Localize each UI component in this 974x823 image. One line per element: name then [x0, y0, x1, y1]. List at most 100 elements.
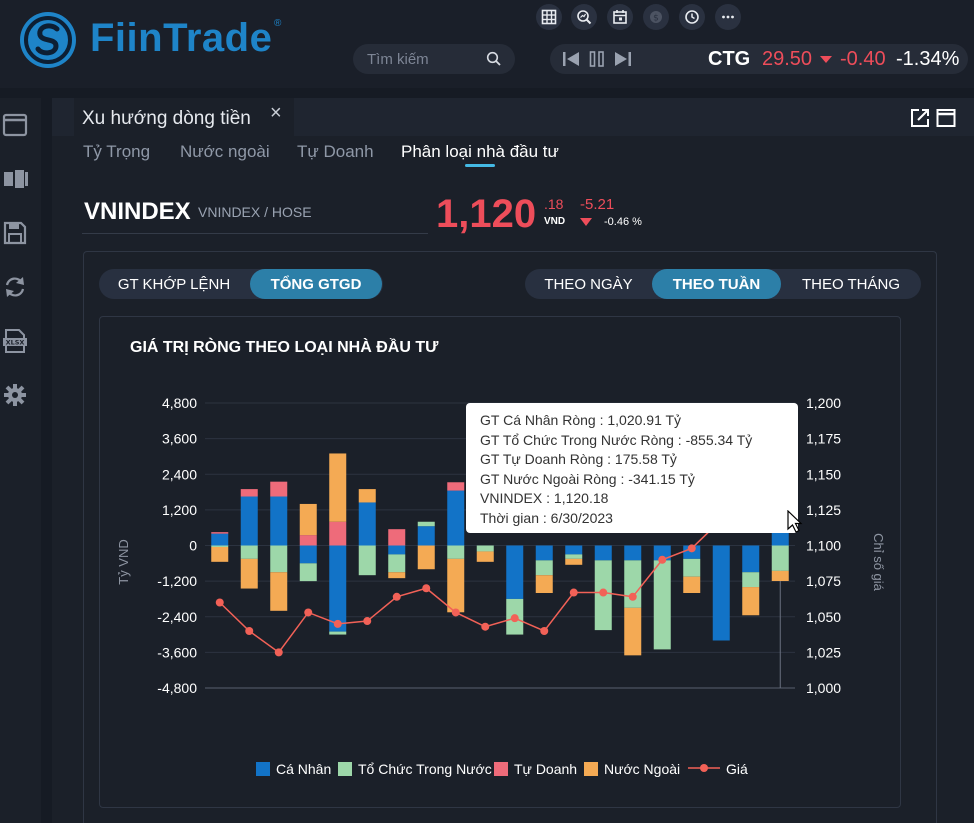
bar-segment — [270, 496, 288, 546]
bar-segment — [565, 558, 583, 565]
bar-segment — [742, 545, 760, 573]
bar-segment — [447, 558, 465, 613]
bar-segment — [771, 570, 789, 582]
legend-label: Tự Doanh — [514, 761, 577, 777]
bar-segment — [299, 503, 317, 536]
bar-segment — [447, 490, 465, 546]
y-tick-label: 1,200 — [162, 502, 197, 518]
bar-segment — [653, 560, 671, 650]
bar-segment — [388, 529, 406, 546]
bar-segment — [388, 545, 406, 555]
y2-tick-label: 1,075 — [806, 573, 841, 589]
bar-segment — [270, 481, 288, 497]
bar-segment — [299, 545, 317, 564]
price-point — [274, 648, 283, 657]
y2-tick-label: 1,050 — [806, 609, 841, 625]
bar-segment — [240, 545, 258, 559]
bar-segment — [240, 496, 258, 546]
bar-segment — [240, 489, 258, 497]
bar-segment — [447, 482, 465, 491]
y-tick-label: -2,400 — [157, 609, 197, 625]
bar-segment — [358, 489, 376, 503]
y2-tick-label: 1,150 — [806, 466, 841, 482]
bar-segment — [683, 558, 701, 577]
bar-segment — [211, 546, 229, 562]
bar-segment — [299, 535, 317, 546]
price-point — [510, 614, 519, 623]
bar-segment — [624, 607, 642, 656]
legend-label: Nước Ngoài — [604, 761, 680, 777]
bar-segment — [476, 545, 494, 552]
price-point — [658, 555, 667, 564]
legend-swatch — [256, 762, 270, 776]
bar-segment — [270, 545, 288, 573]
price-point — [687, 544, 696, 553]
legend-swatch — [338, 762, 352, 776]
legend-swatch — [494, 762, 508, 776]
bar-segment — [240, 558, 258, 589]
bar-segment — [299, 563, 317, 582]
bar-segment — [211, 545, 229, 547]
y-tick-label: -1,200 — [157, 573, 197, 589]
bar-segment — [388, 572, 406, 579]
bar-segment — [594, 545, 612, 561]
tooltip-line: GT Nước Ngoài Ròng : -341.15 Tỷ — [480, 470, 695, 487]
y-tick-label: 0 — [189, 538, 197, 554]
legend-swatch — [584, 762, 598, 776]
bar-segment — [329, 521, 347, 546]
price-point — [363, 617, 372, 626]
y-tick-label: 3,600 — [162, 431, 197, 447]
bar-segment — [771, 545, 789, 571]
mouse-cursor-icon — [787, 510, 803, 533]
bar-segment — [358, 502, 376, 546]
bar-segment — [683, 576, 701, 593]
chart-tooltip: GT Cá Nhân Ròng : 1,020.91 Tỷ GT Tổ Chức… — [466, 403, 798, 533]
y2-tick-label: 1,100 — [806, 538, 841, 554]
bar-segment — [712, 545, 730, 641]
bar-segment — [417, 545, 435, 570]
y-axis-label: Tỷ VND — [116, 539, 131, 585]
y2-tick-label: 1,000 — [806, 680, 841, 696]
bar-segment — [535, 560, 553, 576]
tooltip-line: VNINDEX : 1,120.18 — [480, 490, 609, 506]
price-point — [569, 588, 578, 597]
y2-tick-label: 1,175 — [806, 431, 841, 447]
bar-segment — [358, 545, 376, 576]
bar-segment — [417, 526, 435, 546]
legend-label: Giá — [726, 761, 748, 777]
y2-tick-label: 1,125 — [806, 502, 841, 518]
y-tick-label: -3,600 — [157, 644, 197, 660]
y2-axis-label: Chỉ số giá — [871, 533, 886, 592]
y-tick-label: -4,800 — [157, 680, 197, 696]
tooltip-line: GT Tổ Chức Trong Nước Ròng : -855.34 Tỷ — [480, 431, 753, 448]
tooltip-line: GT Tự Doanh Ròng : 175.58 Tỷ — [480, 451, 677, 467]
y-tick-label: 4,800 — [162, 395, 197, 411]
price-point — [451, 608, 460, 617]
legend-line-point — [700, 764, 708, 772]
price-point — [245, 627, 254, 635]
bar-segment — [329, 631, 347, 635]
price-point — [392, 592, 401, 601]
bar-segment — [535, 545, 553, 561]
legend-layer: Cá Nhân Tổ Chức Trong Nước Tự Doanh Nước Ng… — [256, 761, 748, 777]
bar-segment — [329, 453, 347, 522]
legend-label: Tổ Chức Trong Nước — [358, 761, 492, 777]
price-point — [599, 588, 608, 597]
bar-segment — [742, 572, 760, 588]
y-tick-label: 2,400 — [162, 466, 197, 482]
bar-segment — [506, 545, 524, 599]
bar-segment — [565, 554, 583, 559]
bar-segment — [535, 575, 553, 593]
tooltip-line: GT Cá Nhân Ròng : 1,020.91 Tỷ — [480, 412, 682, 428]
tooltip-line: Thời gian : 6/30/2023 — [480, 509, 613, 526]
bar-segment — [624, 545, 642, 561]
bar-segment — [388, 554, 406, 573]
bar-segment — [329, 545, 347, 632]
bar-segment — [476, 551, 494, 562]
price-point — [628, 592, 637, 601]
price-point — [215, 598, 224, 607]
y2-tick-label: 1,025 — [806, 644, 841, 660]
price-point — [540, 627, 549, 635]
price-point — [333, 619, 342, 628]
price-point — [422, 584, 431, 593]
